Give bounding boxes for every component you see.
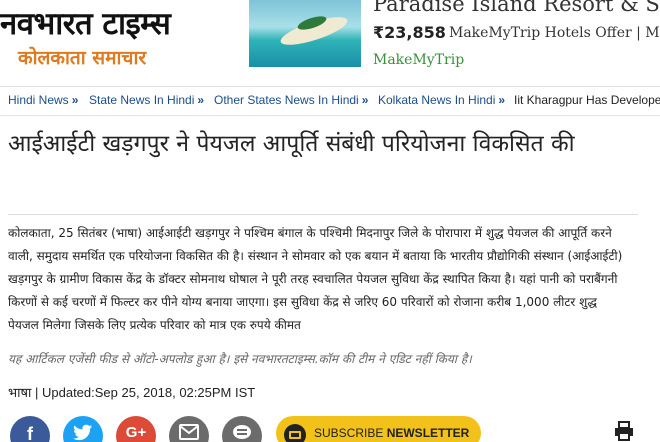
breadcrumb-label: State News In Hindi	[89, 93, 195, 107]
breadcrumb-separator-icon: »	[361, 93, 369, 107]
share-bar: f G+ SUBSCRIBE NEWSLETTER	[0, 412, 660, 442]
newsletter-mail-icon	[284, 424, 306, 442]
subscribe-label: SUBSCRIBE	[314, 426, 387, 440]
ad-offer-text[interactable]: MakeMyTrip Hotels Offer | Mal	[449, 25, 660, 41]
envelope-icon	[179, 424, 199, 440]
article-headline: आईआईटी खड़गपुर ने पेयजल आपूर्ति संबंधी प…	[8, 131, 575, 157]
google-plus-share-button[interactable]: G+	[116, 416, 156, 442]
breadcrumb-item-state-news[interactable]: State News In Hindi»	[89, 93, 204, 107]
breadcrumb: Hindi News» State News In Hindi» Other S…	[0, 86, 660, 116]
twitter-icon	[73, 424, 93, 441]
article-body: कोलकाता, 25 सितंबर (भाषा) आईआईटी खड़गपुर…	[8, 226, 623, 332]
breadcrumb-separator-icon: »	[71, 93, 79, 107]
breadcrumb-label: Kolkata News In Hindi	[378, 93, 496, 107]
headline-divider	[8, 214, 638, 215]
ad-title-link[interactable]: Paradise Island Resort & S	[373, 0, 660, 16]
breadcrumb-item-kolkata-news[interactable]: Kolkata News In Hindi»	[378, 93, 505, 107]
ad-brand-link[interactable]: MakeMyTrip	[373, 52, 464, 68]
google-plus-icon: G+	[125, 424, 147, 441]
breadcrumb-item-current: Iit Kharagpur Has Develope	[514, 93, 660, 107]
subscribe-label-bold: NEWSLETTER	[386, 426, 470, 440]
breadcrumb-item-other-states-news[interactable]: Other States News In Hindi»	[214, 93, 368, 107]
comment-icon	[233, 425, 251, 439]
facebook-icon: f	[27, 424, 33, 442]
facebook-share-button[interactable]: f	[10, 416, 50, 442]
site-header: नवभारत टाइम्स कोलकाता समाचार Paradise Is…	[0, 0, 660, 86]
breadcrumb-label: Other States News In Hindi	[214, 93, 359, 107]
twitter-share-button[interactable]	[63, 416, 103, 442]
logo-title: नवभारत टाइम्स	[0, 6, 171, 42]
print-icon[interactable]	[614, 421, 634, 441]
breadcrumb-label: Hindi News	[8, 93, 69, 107]
agency-disclaimer: यह आर्टिकल एजेंसी फीड से ऑटो-अपलोड हुआ ह…	[8, 352, 472, 366]
ad-image[interactable]	[249, 0, 361, 67]
subscribe-newsletter-button[interactable]: SUBSCRIBE NEWSLETTER	[276, 416, 482, 442]
comment-button[interactable]	[222, 416, 262, 442]
breadcrumb-separator-icon: »	[498, 93, 506, 107]
breadcrumb-separator-icon: »	[197, 93, 205, 107]
breadcrumb-item-hindi-news[interactable]: Hindi News»	[8, 93, 78, 107]
logo-section: कोलकाता समाचार	[18, 47, 147, 69]
ad-price: ₹23,858	[373, 23, 446, 42]
email-share-button[interactable]	[169, 416, 209, 442]
article-byline: भाषा | Updated:Sep 25, 2018, 02:25PM IST	[8, 385, 256, 400]
site-logo[interactable]: नवभारत टाइम्स कोलकाता समाचार	[0, 0, 180, 78]
